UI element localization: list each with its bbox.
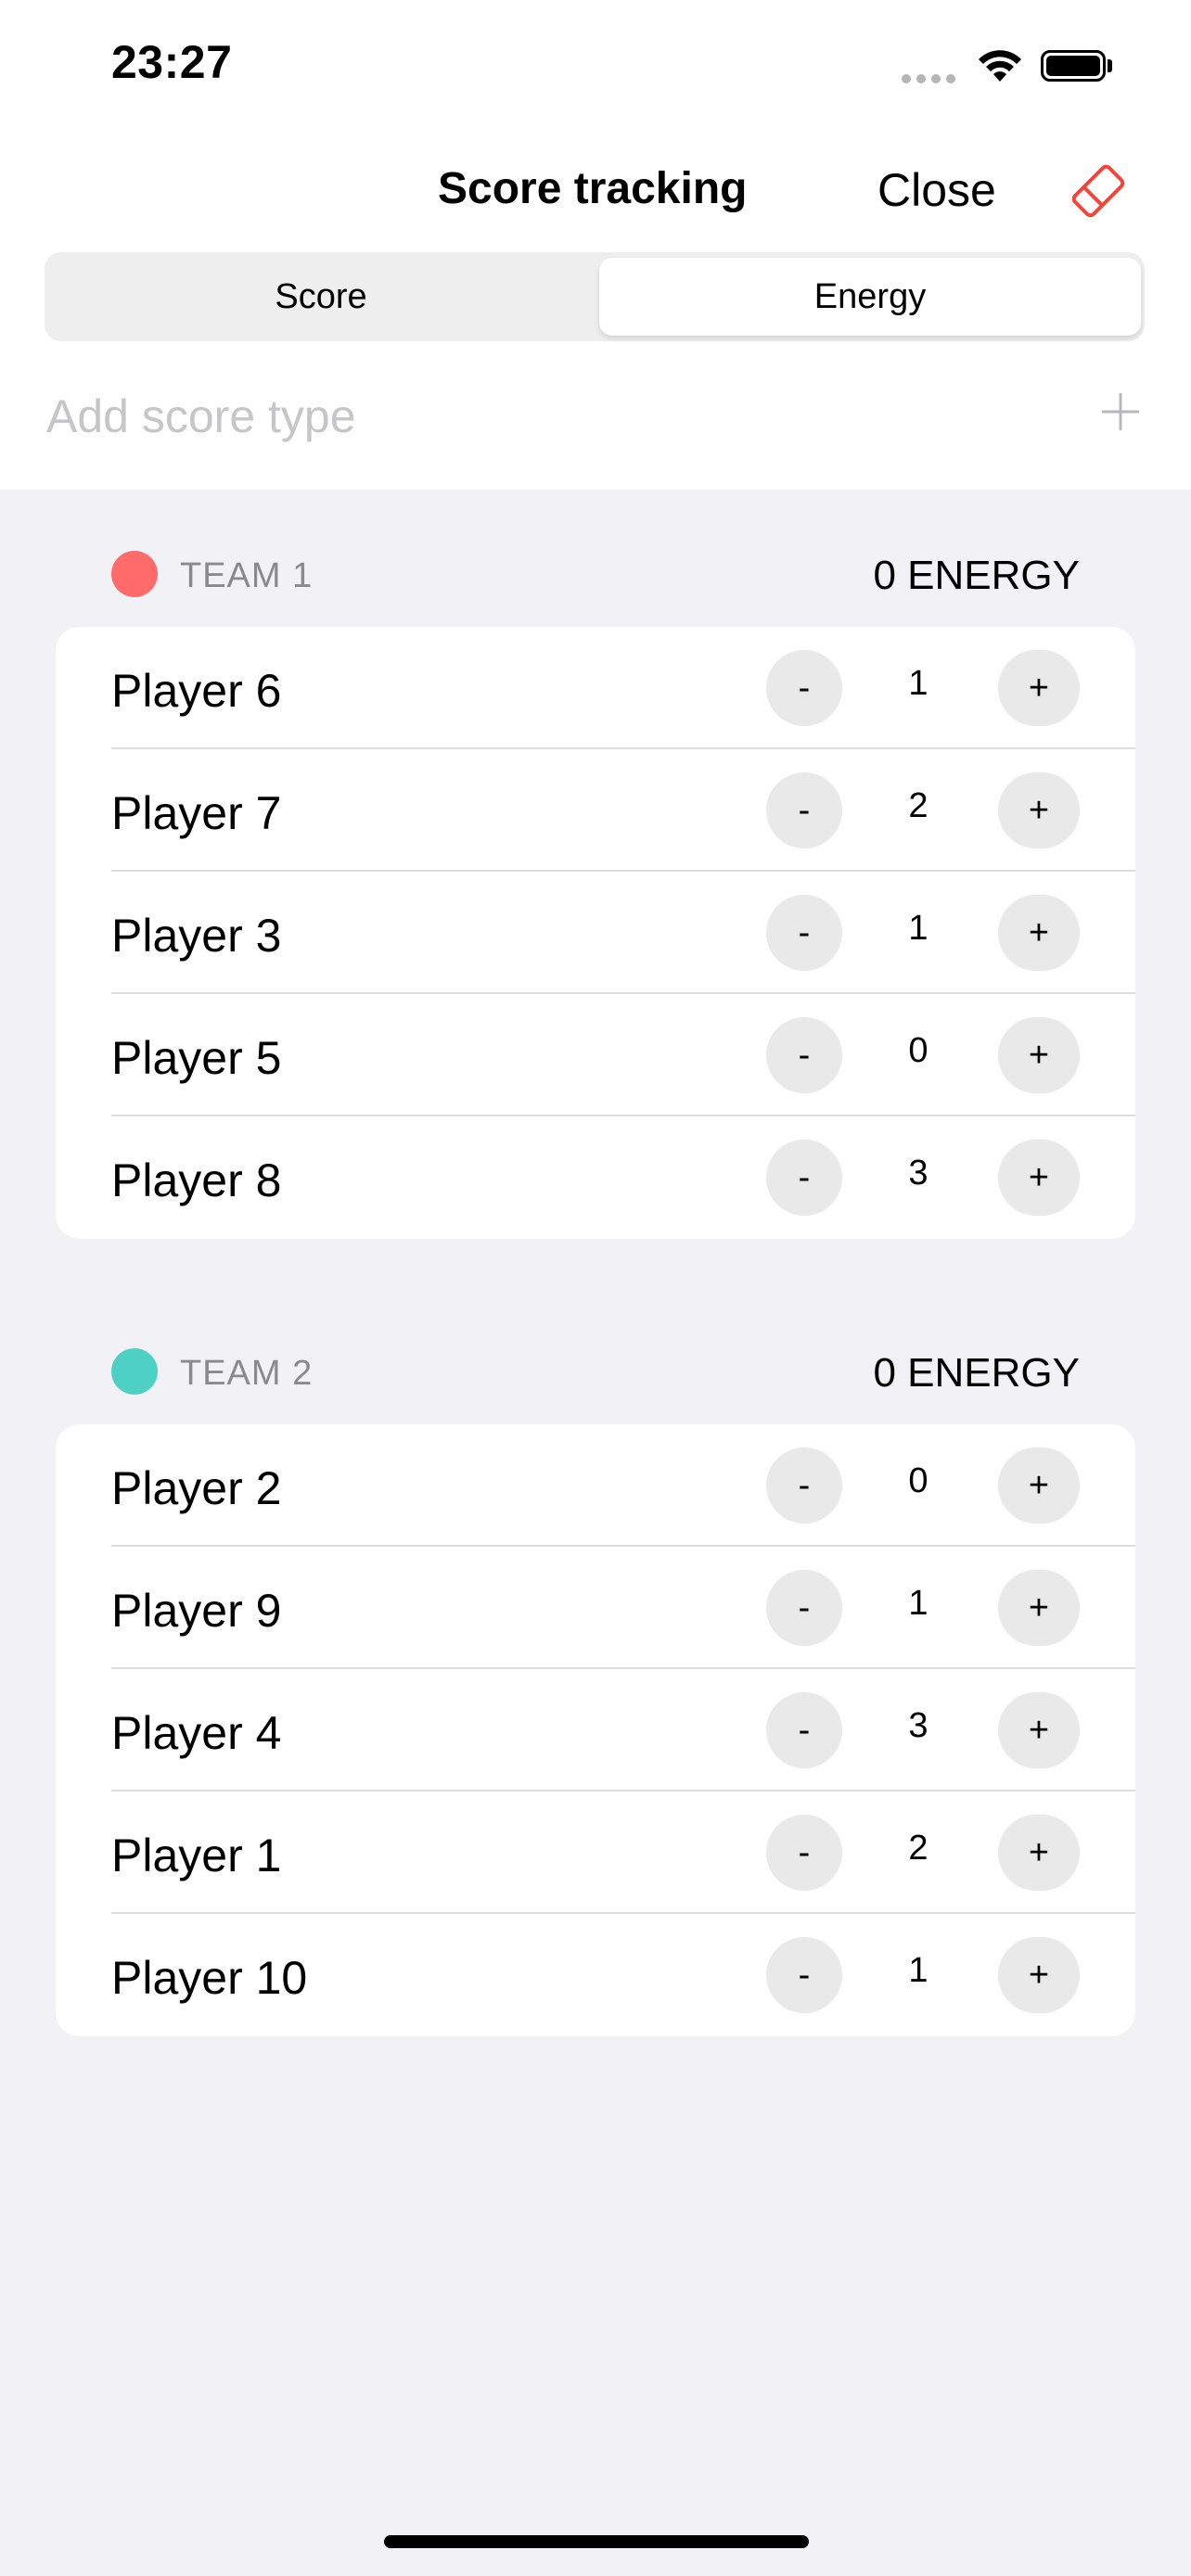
battery-tip [1108, 59, 1112, 72]
decrement-button[interactable]: - [766, 1570, 842, 1646]
decrement-button[interactable]: - [766, 650, 842, 726]
player-value: 1 [908, 1584, 928, 1623]
increment-button[interactable]: + [998, 1140, 1080, 1216]
segment-energy[interactable]: Energy [599, 258, 1141, 336]
player-row: Player 2 - 0 + [56, 1424, 1135, 1547]
segment-score[interactable]: Score [50, 258, 592, 336]
decrement-button[interactable]: - [766, 1815, 842, 1891]
increment-button[interactable]: + [998, 1017, 1080, 1093]
decrement-button[interactable]: - [766, 1017, 842, 1093]
player-value: 1 [908, 909, 928, 948]
cellular-signal-icon [902, 74, 955, 83]
increment-button[interactable]: + [998, 772, 1080, 848]
header-area: 23:27 Score tracking Close Score Energy … [0, 0, 1191, 490]
player-row: Player 1 - 2 + [56, 1792, 1135, 1914]
player-name: Player 2 [111, 1462, 282, 1514]
player-value: 2 [908, 786, 928, 825]
team-energy-total: 0 ENERGY [873, 553, 1080, 598]
increment-button[interactable]: + [998, 650, 1080, 726]
player-row: Player 6 - 1 + [56, 627, 1135, 749]
increment-button[interactable]: + [998, 895, 1080, 971]
player-value: 1 [908, 1951, 928, 1990]
add-score-input[interactable]: Add score type [46, 389, 356, 443]
player-name: Player 4 [111, 1707, 282, 1759]
increment-button[interactable]: + [998, 1447, 1080, 1524]
decrement-button[interactable]: - [766, 1692, 842, 1768]
home-indicator[interactable] [384, 2535, 809, 2548]
player-value: 3 [908, 1706, 928, 1745]
team-header: TEAM 1 0 ENERGY [0, 545, 1191, 601]
segmented-control: Score Energy [45, 252, 1145, 341]
player-row: Player 7 - 2 + [56, 749, 1135, 872]
player-row: Player 10 - 1 + [56, 1914, 1135, 2036]
player-name: Player 7 [111, 787, 282, 839]
player-row: Player 5 - 0 + [56, 994, 1135, 1116]
player-value: 3 [908, 1154, 928, 1192]
player-row: Player 3 - 1 + [56, 872, 1135, 994]
player-name: Player 9 [111, 1585, 282, 1637]
decrement-button[interactable]: - [766, 1140, 842, 1216]
player-name: Player 8 [111, 1154, 282, 1206]
team-name: TEAM 1 [180, 556, 314, 595]
player-name: Player 3 [111, 910, 282, 962]
decrement-button[interactable]: - [766, 772, 842, 848]
team-color-dot [111, 551, 158, 597]
increment-button[interactable]: + [998, 1815, 1080, 1891]
player-row: Player 9 - 1 + [56, 1547, 1135, 1669]
wifi-icon [979, 50, 1021, 82]
increment-button[interactable]: + [998, 1937, 1080, 2013]
player-name: Player 6 [111, 665, 282, 717]
eraser-icon[interactable] [1067, 159, 1130, 223]
player-value: 1 [908, 664, 928, 703]
player-value: 0 [908, 1031, 928, 1070]
decrement-button[interactable]: - [766, 1447, 842, 1524]
team-header: TEAM 2 0 ENERGY [0, 1343, 1191, 1398]
player-row: Player 4 - 3 + [56, 1669, 1135, 1792]
player-value: 2 [908, 1829, 928, 1868]
close-button[interactable]: Close [877, 163, 996, 217]
team-name: TEAM 2 [180, 1354, 314, 1393]
page-title: Score tracking [438, 164, 748, 213]
player-name: Player 5 [111, 1032, 282, 1084]
player-name: Player 10 [111, 1952, 308, 2004]
player-value: 0 [908, 1461, 928, 1500]
team-card: Player 6 - 1 + Player 7 - 2 + Player 3 -… [56, 627, 1135, 1239]
team-energy-total: 0 ENERGY [873, 1350, 1080, 1396]
team-color-dot [111, 1348, 158, 1395]
player-name: Player 1 [111, 1830, 282, 1881]
decrement-button[interactable]: - [766, 1937, 842, 2013]
status-time: 23:27 [111, 36, 233, 88]
plus-icon[interactable] [1098, 389, 1143, 434]
player-row: Player 8 - 3 + [56, 1116, 1135, 1239]
decrement-button[interactable]: - [766, 895, 842, 971]
increment-button[interactable]: + [998, 1692, 1080, 1768]
increment-button[interactable]: + [998, 1570, 1080, 1646]
battery-icon [1041, 50, 1106, 82]
team-card: Player 2 - 0 + Player 9 - 1 + Player 4 -… [56, 1424, 1135, 2036]
